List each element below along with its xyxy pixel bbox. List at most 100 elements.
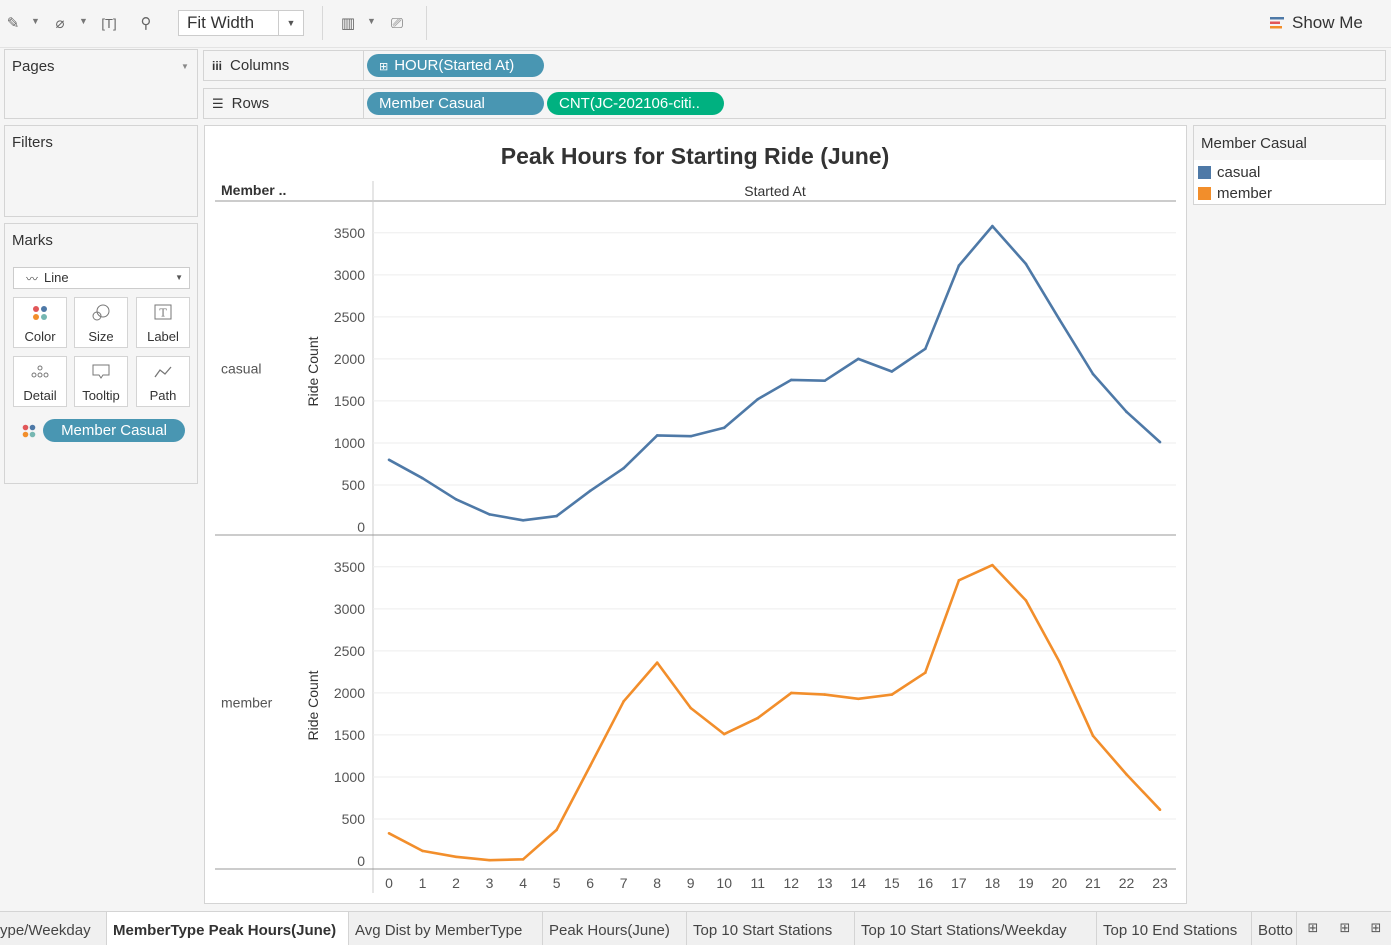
- rows-icon: ☰: [212, 96, 224, 111]
- toolbar-divider: [322, 6, 323, 40]
- group-dropdown-icon[interactable]: ▼: [79, 16, 88, 26]
- data-point-member: [722, 732, 726, 736]
- path-button[interactable]: Path: [136, 356, 190, 407]
- svg-text:T: T: [159, 307, 167, 320]
- series-line-casual: [388, 224, 1161, 522]
- x-tick-label: 17: [951, 875, 967, 891]
- chart-view[interactable]: Peak Hours for Starting Ride (June) Membe…: [204, 125, 1187, 904]
- data-point-casual: [991, 224, 994, 228]
- data-point-member: [823, 693, 827, 696]
- chart-title: Peak Hours for Starting Ride (June): [501, 143, 890, 169]
- y-tick-label: 2500: [334, 643, 365, 659]
- tab-type-weekday[interactable]: ype/Weekday: [0, 912, 107, 945]
- data-point-member: [588, 764, 592, 768]
- label-button[interactable]: T Label: [136, 297, 190, 348]
- color-button[interactable]: Color: [13, 297, 67, 348]
- shelf-divider: [363, 89, 364, 118]
- fit-width-select[interactable]: Fit Width ▼: [178, 10, 304, 36]
- new-worksheet-icon[interactable]: ⊞: [1304, 920, 1322, 938]
- size-label: Size: [88, 329, 114, 344]
- rows-shelf-label: ☰ Rows: [212, 95, 270, 112]
- detail-icon: [14, 363, 66, 385]
- mark-type-select[interactable]: 〰 Line ▼: [13, 267, 190, 289]
- x-tick-label: 16: [918, 875, 934, 891]
- new-story-icon[interactable]: ⊞: [1367, 920, 1385, 938]
- filters-panel[interactable]: Filters: [4, 125, 198, 217]
- legend-item-casual[interactable]: casual: [1198, 162, 1260, 182]
- data-point-member: [957, 578, 961, 582]
- columns-shelf-label: iii Columns: [212, 57, 290, 74]
- pages-panel[interactable]: Pages ▼: [4, 49, 198, 119]
- highlight-dropdown-icon[interactable]: ▼: [31, 16, 40, 26]
- y-tick-label: 1000: [334, 435, 365, 451]
- tab-avg-dist-by-membertype[interactable]: Avg Dist by MemberType: [349, 912, 543, 945]
- tab-bottom[interactable]: Botto: [1252, 912, 1297, 945]
- label-toggle-icon[interactable]: [T]: [99, 13, 119, 33]
- group-icon[interactable]: ⌀: [50, 13, 70, 33]
- show-me-button[interactable]: Show Me: [1270, 12, 1363, 34]
- color-encoding-icon: [22, 424, 36, 438]
- data-point-member: [924, 671, 927, 675]
- tab-top-10-start-stations[interactable]: Top 10 Start Stations: [687, 912, 855, 945]
- x-tick-label: 2: [452, 875, 460, 891]
- size-button[interactable]: Size: [74, 297, 128, 348]
- tooltip-button[interactable]: Tooltip: [74, 356, 128, 407]
- chevron-down-icon[interactable]: ▼: [181, 62, 189, 71]
- color-legend: Member Casual casual member: [1193, 125, 1386, 205]
- data-point-casual: [1058, 318, 1061, 321]
- legend-swatch-member: [1198, 186, 1211, 200]
- data-point-member: [521, 858, 525, 861]
- x-tick-label: 13: [817, 875, 833, 891]
- data-point-member: [488, 858, 491, 862]
- row-label-member: member: [221, 695, 273, 711]
- x-tick-label: 15: [884, 875, 900, 891]
- tab-top-10-end-stations[interactable]: Top 10 End Stations: [1097, 912, 1252, 945]
- data-point-casual: [857, 357, 860, 361]
- rows-pill-count[interactable]: CNT(JC-202106-citi..: [547, 92, 724, 115]
- x-tick-label: 19: [1018, 875, 1034, 891]
- fit-width-label: Fit Width: [187, 13, 255, 32]
- data-point-member: [1058, 660, 1061, 664]
- tab-peak-hours[interactable]: Peak Hours(June): [543, 912, 687, 945]
- y-tick-label: 1000: [334, 769, 365, 785]
- detail-label: Detail: [23, 388, 57, 403]
- x-tick-label: 22: [1119, 875, 1135, 891]
- size-icon: [75, 304, 127, 326]
- y-tick-label: 500: [342, 477, 366, 493]
- show-cards-dropdown-icon[interactable]: ▼: [367, 16, 376, 26]
- x-tick-label: 12: [783, 875, 799, 891]
- legend-item-member[interactable]: member: [1198, 183, 1272, 203]
- data-point-casual: [488, 513, 491, 516]
- pin-icon[interactable]: ⚲: [136, 13, 156, 33]
- y-tick-label: 3500: [334, 225, 365, 241]
- member-casual-color-pill[interactable]: Member Casual: [43, 419, 185, 442]
- chevron-down-icon: ▼: [278, 11, 303, 35]
- tab-top-10-start-stations-weekday[interactable]: Top 10 Start Stations/Weekday: [855, 912, 1097, 945]
- x-tick-label: 0: [385, 875, 393, 891]
- data-point-casual: [454, 497, 458, 501]
- highlight-icon[interactable]: ✎: [3, 13, 23, 33]
- chevron-down-icon: ▼: [175, 273, 183, 282]
- data-point-casual: [588, 489, 592, 493]
- detail-button[interactable]: Detail: [13, 356, 67, 407]
- x-tick-label: 10: [716, 875, 732, 891]
- y-tick-label: 500: [342, 811, 366, 827]
- row-label-casual: casual: [221, 361, 261, 377]
- show-cards-icon[interactable]: ▥: [338, 13, 358, 33]
- marks-title: Marks: [12, 232, 53, 249]
- sheet-tab-bar: ype/Weekday MemberType Peak Hours(June) …: [0, 911, 1391, 945]
- tab-membertype-peak-hours[interactable]: MemberType Peak Hours(June): [107, 912, 349, 945]
- columns-shelf[interactable]: iii Columns ⊞ HOUR(Started At): [203, 50, 1386, 81]
- columns-pill-hour[interactable]: ⊞ HOUR(Started At): [367, 54, 544, 77]
- presentation-mode-icon[interactable]: ⎚: [387, 13, 407, 33]
- rows-shelf[interactable]: ☰ Rows Member Casual CNT(JC-202106-citi..: [203, 88, 1386, 119]
- x-tick-label: 23: [1152, 875, 1168, 891]
- new-dashboard-icon[interactable]: ⊞: [1336, 920, 1354, 938]
- data-point-casual: [387, 458, 391, 462]
- data-point-casual: [789, 378, 793, 382]
- color-label: Color: [24, 329, 56, 344]
- rows-pill-member-casual[interactable]: Member Casual: [367, 92, 544, 115]
- data-point-member: [789, 691, 793, 695]
- tooltip-label: Tooltip: [82, 388, 120, 403]
- legend-title: Member Casual: [1194, 126, 1385, 160]
